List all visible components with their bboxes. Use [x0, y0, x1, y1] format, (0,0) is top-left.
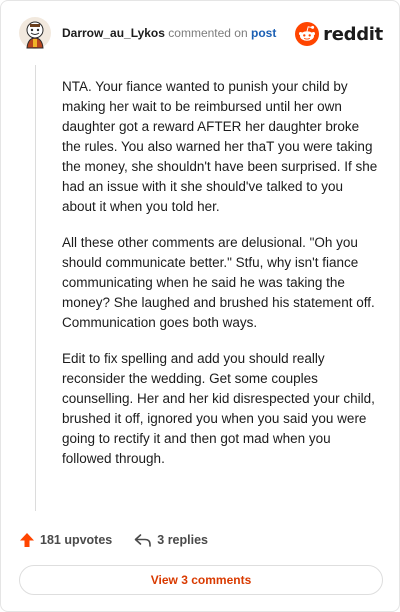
reddit-wordmark: reddit	[323, 23, 383, 45]
upvote-count: 181 upvotes	[40, 533, 113, 547]
thread-line	[35, 65, 36, 511]
post-link[interactable]: post	[251, 26, 276, 40]
comment-header: Darrow_au_Lykos commented on post reddit	[1, 1, 400, 65]
comment-paragraph: Edit to fix spelling and add you should …	[62, 351, 375, 466]
upvote-arrow-icon	[20, 533, 34, 547]
avatar-icon	[19, 17, 51, 49]
comment-actions: 181 upvotes 3 replies	[19, 529, 230, 551]
avatar[interactable]	[19, 17, 51, 49]
replies-button[interactable]: 3 replies	[134, 532, 208, 548]
reply-count: 3 replies	[157, 533, 208, 547]
comment-card: Darrow_au_Lykos commented on post reddit…	[0, 0, 400, 612]
comment-byline: Darrow_au_Lykos commented on post	[62, 26, 276, 40]
reply-arrow-icon	[134, 534, 152, 547]
reddit-logo[interactable]: reddit	[295, 21, 383, 47]
view-comments-label: View 3 comments	[150, 573, 252, 587]
comment-paragraph: NTA. Your fiance wanted to punish your c…	[62, 79, 378, 214]
view-comments-button[interactable]: View 3 comments	[19, 565, 383, 595]
comment-paragraph: All these other comments are delusional.…	[62, 235, 375, 330]
username-link[interactable]: Darrow_au_Lykos	[62, 26, 165, 40]
snoo-icon	[295, 22, 320, 46]
action-text: commented on	[168, 26, 248, 40]
upvote-button[interactable]: 181 upvotes	[19, 532, 112, 548]
comment-body: NTA. Your fiance wanted to punish your c…	[62, 77, 380, 485]
